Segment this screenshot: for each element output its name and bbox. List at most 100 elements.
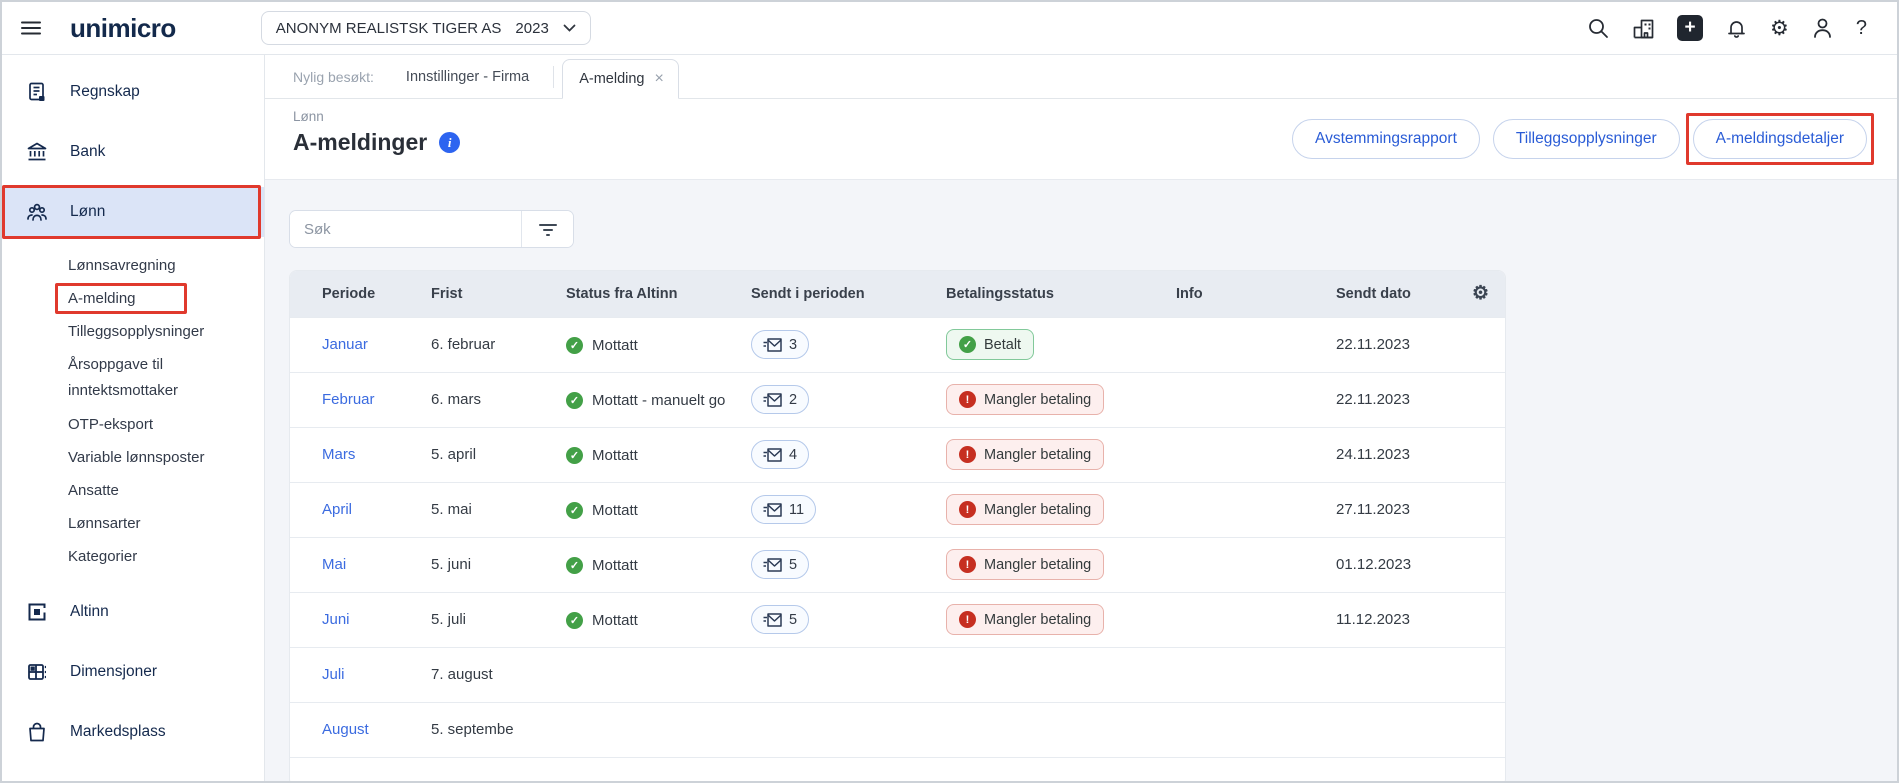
info-cell (1160, 702, 1320, 757)
period-link[interactable]: Juli (322, 666, 345, 683)
table-row-august[interactable]: August 5. septembe (290, 702, 1506, 757)
tab-innstillinger-firma[interactable]: Innstillinger - Firma (406, 66, 554, 88)
sidebar-subitem-lonnsarter[interactable]: Lønnsarter (2, 507, 264, 540)
frist-cell: 5. april (415, 427, 550, 482)
info-icon[interactable]: i (439, 132, 460, 153)
payment-cell: ✓Betalt (930, 317, 1160, 372)
table-row-juni[interactable]: Juni 5. juli ✓Mottatt 5 !Mangler betalin… (290, 592, 1506, 647)
empty-cell (1470, 702, 1506, 757)
a-meldingsdetaljer-button[interactable]: A-meldingsdetaljer (1693, 119, 1867, 159)
sidebar-item-regnskap[interactable]: Regnskap (2, 67, 264, 117)
sidebar-item-label: Altinn (70, 603, 109, 621)
sent-date-cell: 11.12.2023 (1320, 592, 1470, 647)
column-settings-gear-icon[interactable]: ⚙ (1470, 271, 1506, 317)
missing-payment-icon: ! (959, 501, 976, 518)
period-link[interactable]: Juni (322, 611, 350, 628)
company-selector[interactable]: ANONYM REALISTSK TIGER AS 2023 (261, 11, 591, 45)
frist-cell: 5. juli (415, 592, 550, 647)
period-link[interactable]: Februar (322, 391, 375, 408)
sent-cell: 3 (735, 317, 930, 372)
table-row-juli[interactable]: Juli 7. august (290, 647, 1506, 702)
plus-glyph: + (1684, 16, 1695, 40)
company-building-icon[interactable] (1632, 17, 1655, 40)
sidebar-subitem-kategorier[interactable]: Kategorier (2, 540, 264, 573)
sidebar-item-markedsplass[interactable]: Markedsplass (2, 707, 264, 757)
sidebar-subitem-ansatte[interactable]: Ansatte (2, 474, 264, 507)
sent-date-cell (1320, 647, 1470, 702)
sidebar-subitem-a-melding[interactable]: A-melding (2, 282, 264, 315)
sent-mail-icon (763, 338, 782, 352)
lonn-submenu: Lønnsavregning A-melding Tilleggsopplysn… (2, 247, 264, 579)
profile-user-icon[interactable] (1811, 17, 1834, 40)
sent-cell: 5 (735, 592, 930, 647)
sent-date-cell: 22.11.2023 (1320, 317, 1470, 372)
chevron-down-icon (563, 24, 576, 32)
tab-bar: Nylig besøkt: Innstillinger - Firma A-me… (265, 55, 1897, 99)
sidebar-subitem-lonnsavregning[interactable]: Lønnsavregning (2, 249, 264, 282)
period-link[interactable]: April (322, 501, 352, 518)
empty-cell (1470, 482, 1506, 537)
topbar: unimicro ANONYM REALISTSK TIGER AS 2023 … (2, 2, 1897, 55)
bank-icon (26, 141, 48, 163)
payment-cell: !Mangler betaling (930, 372, 1160, 427)
notifications-bell-icon[interactable] (1725, 17, 1748, 40)
search-input[interactable] (290, 211, 521, 247)
payment-cell: !Mangler betaling (930, 537, 1160, 592)
info-cell (1160, 427, 1320, 482)
avstemmingsrapport-button[interactable]: Avstemmingsrapport (1292, 119, 1480, 159)
sent-cell: 4 (735, 427, 930, 482)
col-header-status: Status fra Altinn (550, 271, 735, 317)
status-cell: ✓Mottatt (550, 537, 735, 592)
hamburger-menu-icon[interactable] (18, 15, 44, 41)
empty-cell (1470, 427, 1506, 482)
sidebar-item-lonn[interactable]: Lønn (2, 187, 264, 237)
sidebar-subitem-arsoppgave[interactable]: Årsoppgave til inntektsmottaker (2, 348, 217, 408)
search-icon[interactable] (1587, 17, 1610, 40)
period-link[interactable]: Mai (322, 556, 346, 573)
sidebar-item-label: Regnskap (70, 83, 140, 101)
frist-cell: 7. august (415, 647, 550, 702)
altinn-icon (26, 601, 48, 623)
sent-cell: 5 (735, 537, 930, 592)
shopping-bag-icon (26, 721, 48, 743)
table-row-mars[interactable]: Mars 5. april ✓Mottatt 4 !Mangler betali… (290, 427, 1506, 482)
tab-a-melding[interactable]: A-melding × (562, 59, 679, 99)
page-title: A-meldinger (293, 129, 427, 156)
sent-date-cell: 27.11.2023 (1320, 482, 1470, 537)
unimicro-logo: unimicro (70, 13, 176, 44)
period-link[interactable]: Januar (322, 336, 368, 353)
status-received-icon: ✓ (566, 502, 583, 519)
help-icon[interactable]: ? (1856, 17, 1867, 40)
filter-icon[interactable] (521, 211, 573, 247)
table-row-mai[interactable]: Mai 5. juni ✓Mottatt 5 !Mangler betaling… (290, 537, 1506, 592)
payment-status-badge: ✓Betalt (946, 329, 1034, 360)
sidebar-subitem-otp-eksport[interactable]: OTP-eksport (2, 408, 264, 441)
col-header-frist: Frist (415, 271, 550, 317)
table-row-januar[interactable]: Januar 6. februar ✓Mottatt 3 ✓Betalt 22.… (290, 317, 1506, 372)
topbar-left: unimicro ANONYM REALISTSK TIGER AS 2023 (18, 11, 591, 45)
app-window: unimicro ANONYM REALISTSK TIGER AS 2023 … (0, 0, 1899, 783)
close-icon[interactable]: × (654, 70, 663, 88)
sent-count-pill: 5 (751, 605, 809, 634)
period-link[interactable]: August (322, 721, 369, 738)
sidebar-subitem-variable-lonnsposter[interactable]: Variable lønnsposter (2, 441, 264, 474)
tilleggsopplysninger-button[interactable]: Tilleggsopplysninger (1493, 119, 1680, 159)
sidebar-item-altinn[interactable]: Altinn (2, 587, 264, 637)
sent-count-pill: 3 (751, 330, 809, 359)
add-new-icon[interactable]: + (1677, 15, 1703, 41)
sidebar-item-bank[interactable]: Bank (2, 127, 264, 177)
table-row-april[interactable]: April 5. mai ✓Mottatt 11 !Mangler betali… (290, 482, 1506, 537)
missing-payment-icon: ! (959, 446, 976, 463)
sent-mail-icon (763, 503, 782, 517)
info-cell (1160, 537, 1320, 592)
sent-date-cell: 01.12.2023 (1320, 537, 1470, 592)
sidebar-item-dimensjoner[interactable]: Dimensjoner (2, 647, 264, 697)
frist-cell: 5. septembe (415, 702, 550, 757)
sidebar-subitem-tilleggsopplysninger[interactable]: Tilleggsopplysninger (2, 315, 264, 348)
settings-gear-icon[interactable]: ⚙ (1770, 18, 1789, 39)
frist-cell: 5. mai (415, 482, 550, 537)
ledger-icon (26, 81, 48, 103)
info-cell (1160, 372, 1320, 427)
period-link[interactable]: Mars (322, 446, 355, 463)
table-row-februar[interactable]: Februar 6. mars ✓Mottatt - manuelt go 2 … (290, 372, 1506, 427)
